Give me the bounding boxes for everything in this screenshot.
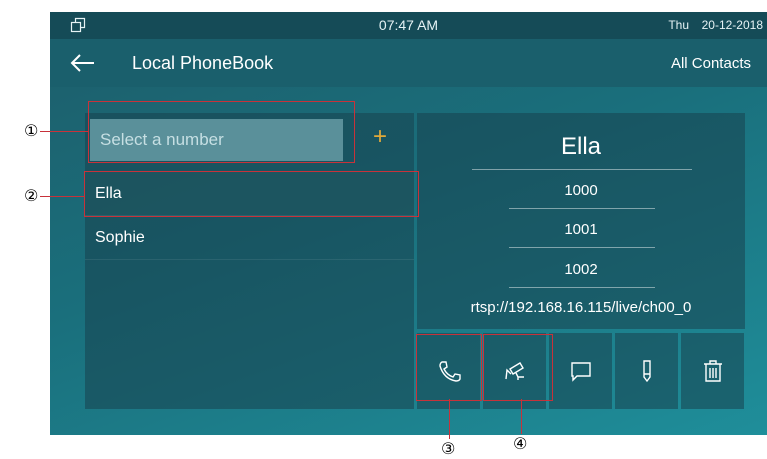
page-title: Local PhoneBook xyxy=(132,53,274,73)
contact-name: Ella xyxy=(560,133,602,160)
contacts-filter-button[interactable]: All Contacts xyxy=(671,55,751,72)
divider xyxy=(509,247,655,248)
contact-item-ella[interactable]: Ella xyxy=(85,172,414,216)
contact-item-sophie[interactable]: Sophie xyxy=(85,216,414,260)
action-bar xyxy=(417,333,745,409)
callout-leader xyxy=(40,196,84,197)
edit-button[interactable] xyxy=(615,333,678,409)
contact-number: 1000 xyxy=(564,182,598,199)
delete-button[interactable] xyxy=(681,333,744,409)
status-time: 07:47 AM xyxy=(378,17,439,33)
contact-list-panel: Select a number + Ella Sophie xyxy=(85,113,414,409)
divider xyxy=(472,169,692,170)
message-button[interactable] xyxy=(549,333,612,409)
callout-marker-4: ④ xyxy=(513,434,528,453)
edit-icon xyxy=(643,360,651,383)
search-row: Select a number + xyxy=(85,113,414,168)
callout-leader xyxy=(521,399,522,434)
callout-leader xyxy=(449,399,450,439)
add-number-button[interactable]: + xyxy=(368,125,392,150)
number-search-input[interactable]: Select a number xyxy=(90,119,343,161)
contact-detail-panel: Ella 1000 1001 1002 rtsp://192.168.16.11… xyxy=(417,113,745,409)
delete-icon xyxy=(704,360,722,382)
title-bar: Local PhoneBook All Contacts xyxy=(50,39,767,87)
message-icon xyxy=(571,362,591,382)
back-arrow-icon[interactable] xyxy=(70,52,96,74)
divider xyxy=(509,287,655,288)
contact-number: 1002 xyxy=(564,261,598,278)
callout-marker-2: ② xyxy=(24,186,39,205)
monitor-button[interactable] xyxy=(483,333,546,409)
phone-icon xyxy=(439,361,461,382)
status-day: Thu xyxy=(668,18,689,32)
callout-leader xyxy=(40,131,88,132)
contact-number: 1001 xyxy=(564,221,598,238)
status-date: 20-12-2018 xyxy=(701,18,763,32)
device-screen: 07:47 AM Thu 20-12-2018 Local PhoneBook … xyxy=(50,12,767,435)
contact-detail-card: Ella 1000 1001 1002 rtsp://192.168.16.11… xyxy=(417,113,745,329)
callout-marker-3: ③ xyxy=(441,439,456,458)
status-bar: 07:47 AM Thu 20-12-2018 xyxy=(50,12,767,39)
rtsp-url: rtsp://192.168.16.115/live/ch00_0 xyxy=(470,299,692,316)
divider xyxy=(509,208,655,209)
camera-icon xyxy=(505,362,524,380)
call-button[interactable] xyxy=(417,333,480,409)
callout-marker-1: ① xyxy=(24,121,39,140)
